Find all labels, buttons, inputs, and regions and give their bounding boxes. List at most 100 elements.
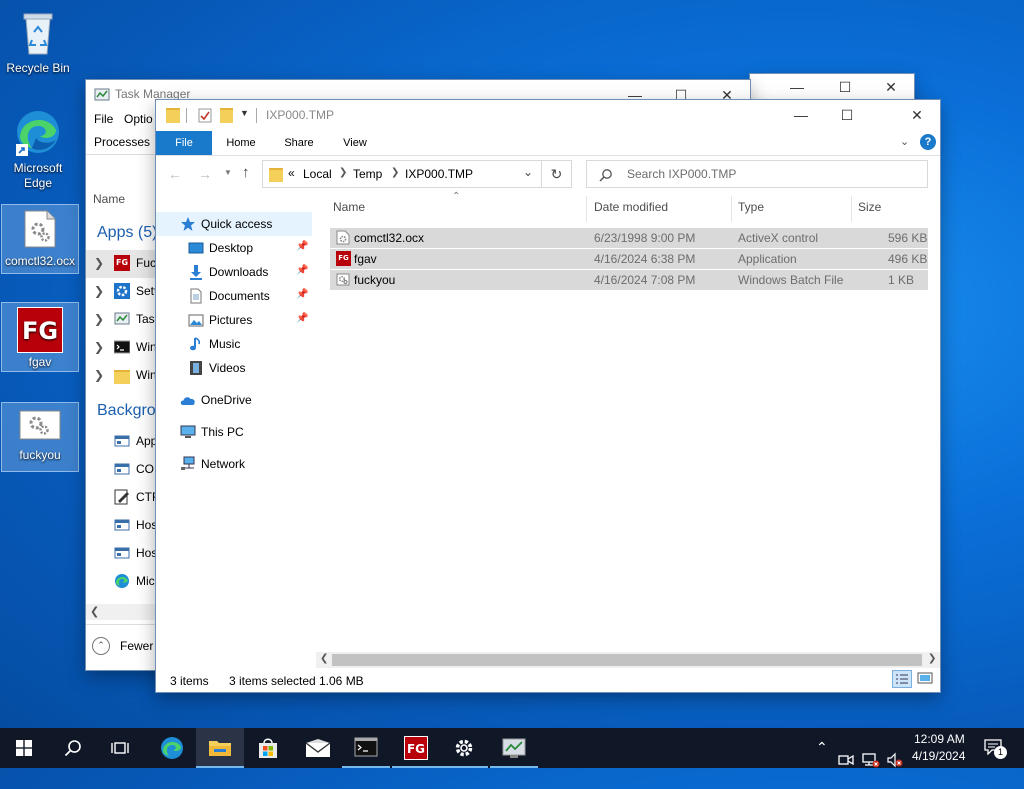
desktop-icon-fgav[interactable]: FG fgav <box>1 302 79 372</box>
breadcrumb-temp[interactable]: Temp <box>353 167 382 181</box>
horizontal-scrollbar[interactable]: ❮ ❯ <box>316 652 940 668</box>
file-row[interactable]: FG fgav 4/16/2024 6:38 PM Application 49… <box>330 249 928 269</box>
menu-file[interactable]: File <box>94 112 113 126</box>
close-button[interactable]: ✕ <box>868 72 914 102</box>
desktop-icon-recycle-bin[interactable]: Recycle Bin <box>0 6 76 76</box>
process-row[interactable]: ❯ Task <box>86 306 161 334</box>
close-button[interactable]: ✕ <box>894 100 940 130</box>
desktop-icon-fuckyou[interactable]: fuckyou <box>1 402 79 472</box>
new-folder-icon[interactable] <box>220 108 233 123</box>
pin-icon: 📌 <box>296 265 309 276</box>
tab-share[interactable]: Share <box>276 131 322 155</box>
process-row[interactable]: ❯ Win <box>86 362 157 390</box>
properties-check-icon[interactable] <box>198 108 212 123</box>
nav-desktop[interactable]: Desktop 📌 <box>156 236 312 260</box>
file-explorer-window[interactable]: ▼ IXP000.TMP — ☐ ✕ File Home Share View … <box>156 100 940 692</box>
taskbar-settings[interactable] <box>440 728 488 768</box>
process-row[interactable]: ❯ Sett <box>86 278 157 306</box>
background-window[interactable]: — ☐ ✕ <box>750 74 914 102</box>
column-header-size[interactable]: Size <box>858 200 881 214</box>
search-box[interactable]: Search IXP000.TMP <box>586 160 928 188</box>
nav-network[interactable]: Network <box>156 452 312 476</box>
nav-onedrive[interactable]: OneDrive <box>156 388 312 412</box>
start-button[interactable] <box>0 728 48 768</box>
scroll-left-icon[interactable]: ❮ <box>90 605 99 618</box>
search-button[interactable] <box>48 728 96 768</box>
scroll-right-icon[interactable]: ❯ <box>928 653 936 664</box>
recycle-bin-icon <box>23 13 53 55</box>
breadcrumb-local[interactable]: Local <box>303 167 332 181</box>
refresh-button[interactable]: ↻ <box>542 160 572 188</box>
up-arrow-icon[interactable]: ↑ <box>242 164 250 181</box>
action-center-button[interactable]: 1 <box>978 728 1018 768</box>
column-header-date[interactable]: Date modified <box>594 200 668 214</box>
column-header-name[interactable]: Name <box>93 192 125 206</box>
tab-home[interactable]: Home <box>218 131 264 155</box>
back-arrow-icon[interactable]: ← <box>168 166 182 182</box>
process-row[interactable]: ❯ Win <box>86 334 157 362</box>
title-bar[interactable]: ▼ IXP000.TMP — ☐ ✕ <box>156 100 940 131</box>
address-bar[interactable]: « Local ❯ Temp ❯ IXP000.TMP ⌄ <box>262 160 542 188</box>
scrollbar-thumb[interactable] <box>332 654 922 666</box>
large-icons-view-button[interactable] <box>916 670 936 688</box>
help-icon[interactable]: ? <box>920 134 936 150</box>
details-view-button[interactable] <box>892 670 912 688</box>
volume-muted-icon[interactable] <box>886 740 904 780</box>
quick-access-dropdown-icon[interactable]: ▼ <box>240 108 249 118</box>
desktop-icon-microsoft-edge[interactable]: Microsoft Edge <box>0 104 76 191</box>
pen-edit-icon <box>114 489 129 505</box>
nav-this-pc[interactable]: This PC <box>156 420 312 444</box>
gear-document-icon <box>24 210 56 248</box>
tab-file[interactable]: File <box>156 131 212 155</box>
taskbar-mail[interactable] <box>294 728 342 768</box>
nav-documents[interactable]: Documents 📌 <box>156 284 312 308</box>
network-status-icon[interactable] <box>862 740 880 780</box>
expand-ribbon-icon[interactable]: ⌄ <box>900 135 909 148</box>
tab-view[interactable]: View <box>332 131 378 155</box>
search-input[interactable]: Search IXP000.TMP <box>627 167 736 181</box>
desktop-icon-comctl32[interactable]: comctl32.ocx <box>1 204 79 274</box>
minimize-button[interactable]: — <box>778 100 824 130</box>
process-row[interactable]: ❯ FG Fuc <box>86 250 156 278</box>
taskbar-fgav[interactable]: FG <box>392 728 440 768</box>
nav-music[interactable]: Music <box>156 332 312 356</box>
show-hidden-icons[interactable]: ⌃ <box>816 739 828 779</box>
fewer-details-button[interactable]: ⌃ Fewer <box>92 636 162 656</box>
process-row[interactable]: Hos <box>86 512 157 540</box>
forward-arrow-icon[interactable]: → <box>198 166 212 182</box>
window-title: IXP000.TMP <box>266 108 335 122</box>
process-row[interactable]: COI <box>86 456 157 484</box>
clock-date[interactable]: 4/19/2024 <box>912 749 965 789</box>
taskbar-command-prompt[interactable] <box>342 728 390 768</box>
menu-options[interactable]: Optio <box>124 112 153 126</box>
file-row[interactable]: comctl32.ocx 6/23/1998 9:00 PM ActiveX c… <box>330 228 928 248</box>
minimize-button[interactable]: — <box>774 72 820 102</box>
breadcrumb-overflow[interactable]: « <box>288 166 295 180</box>
process-row[interactable]: App <box>86 428 157 456</box>
process-row[interactable]: Hos <box>86 540 157 568</box>
task-view-button[interactable] <box>96 728 144 768</box>
taskbar-task-manager[interactable] <box>490 728 538 768</box>
taskbar-edge[interactable] <box>148 728 196 768</box>
nav-quick-access[interactable]: Quick access <box>156 212 312 236</box>
horizontal-scrollbar[interactable]: ❮ <box>86 604 156 620</box>
process-row[interactable]: Mic <box>86 568 156 596</box>
process-row[interactable]: CTF <box>86 484 159 512</box>
maximize-button[interactable]: ☐ <box>824 100 870 130</box>
meet-now-icon[interactable] <box>838 740 854 780</box>
scroll-left-icon[interactable]: ❮ <box>320 653 328 664</box>
column-header-type[interactable]: Type <box>738 200 764 214</box>
maximize-button[interactable]: ☐ <box>822 72 868 102</box>
recent-locations-icon[interactable]: ▼ <box>224 168 232 177</box>
taskbar-store[interactable] <box>244 728 292 768</box>
column-header-name[interactable]: Name <box>333 200 365 214</box>
tab-processes[interactable]: Processes <box>94 135 150 149</box>
breadcrumb-current[interactable]: IXP000.TMP <box>405 167 473 181</box>
fg-app-icon: FG <box>404 736 428 760</box>
address-dropdown-icon[interactable]: ⌄ <box>523 165 533 179</box>
nav-videos[interactable]: Videos <box>156 356 312 380</box>
taskbar-file-explorer[interactable] <box>196 728 244 768</box>
file-row[interactable]: fuckyou 4/16/2024 7:08 PM Windows Batch … <box>330 270 928 290</box>
nav-downloads[interactable]: Downloads 📌 <box>156 260 312 284</box>
nav-pictures[interactable]: Pictures 📌 <box>156 308 312 332</box>
